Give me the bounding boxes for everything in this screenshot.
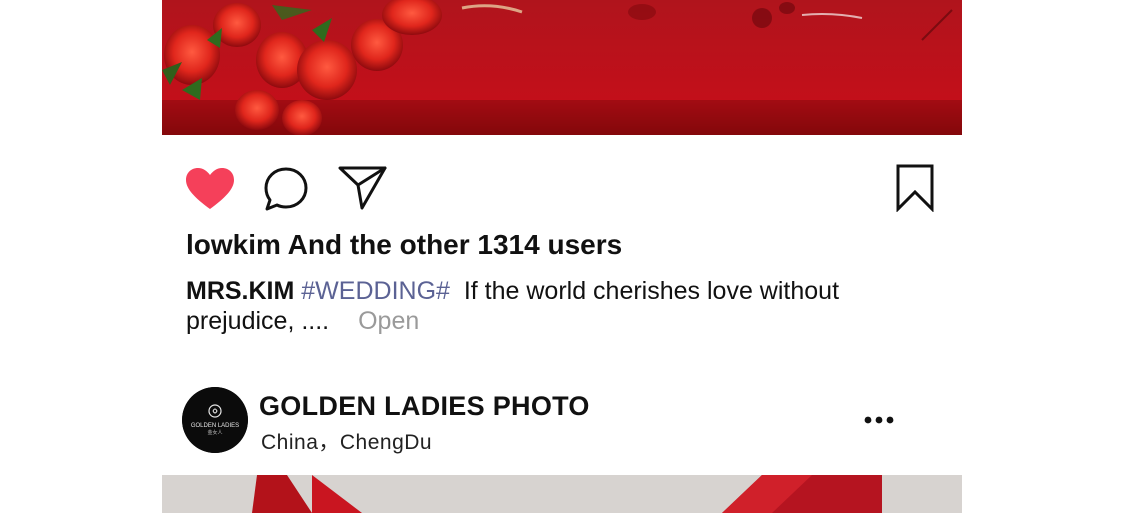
account-location[interactable]: China，ChengDu — [261, 426, 432, 456]
next-post-photo[interactable] — [162, 475, 962, 513]
avatar-logo-text: GOLDEN LADIES — [191, 423, 239, 429]
avatar[interactable]: GOLDEN LADIES 金女人 — [182, 387, 248, 453]
caption-open-link[interactable]: Open — [358, 307, 419, 335]
avatar-logo-subtext: 金女人 — [207, 429, 222, 436]
comment-bubble-icon[interactable] — [263, 166, 309, 212]
caption-username[interactable]: MRS.KIM — [186, 277, 294, 305]
more-dots-icon[interactable] — [862, 408, 896, 432]
likes-count[interactable]: lowkim And the other 1314 users — [186, 229, 622, 261]
post-photo[interactable] — [162, 0, 962, 135]
bookmark-icon[interactable] — [894, 164, 936, 212]
heart-icon[interactable] — [185, 167, 235, 211]
post-photo-image — [162, 0, 962, 135]
post-caption: MRS.KIM #WEDDING# If the world cherishes… — [186, 276, 886, 336]
caption-hashtag[interactable]: #WEDDING# — [301, 277, 450, 305]
golden-ladies-logo: GOLDEN LADIES 金女人 — [182, 387, 248, 453]
paper-plane-icon[interactable] — [338, 165, 388, 211]
next-post-photo-image — [162, 475, 962, 513]
account-name[interactable]: GOLDEN LADIES PHOTO — [259, 391, 590, 422]
